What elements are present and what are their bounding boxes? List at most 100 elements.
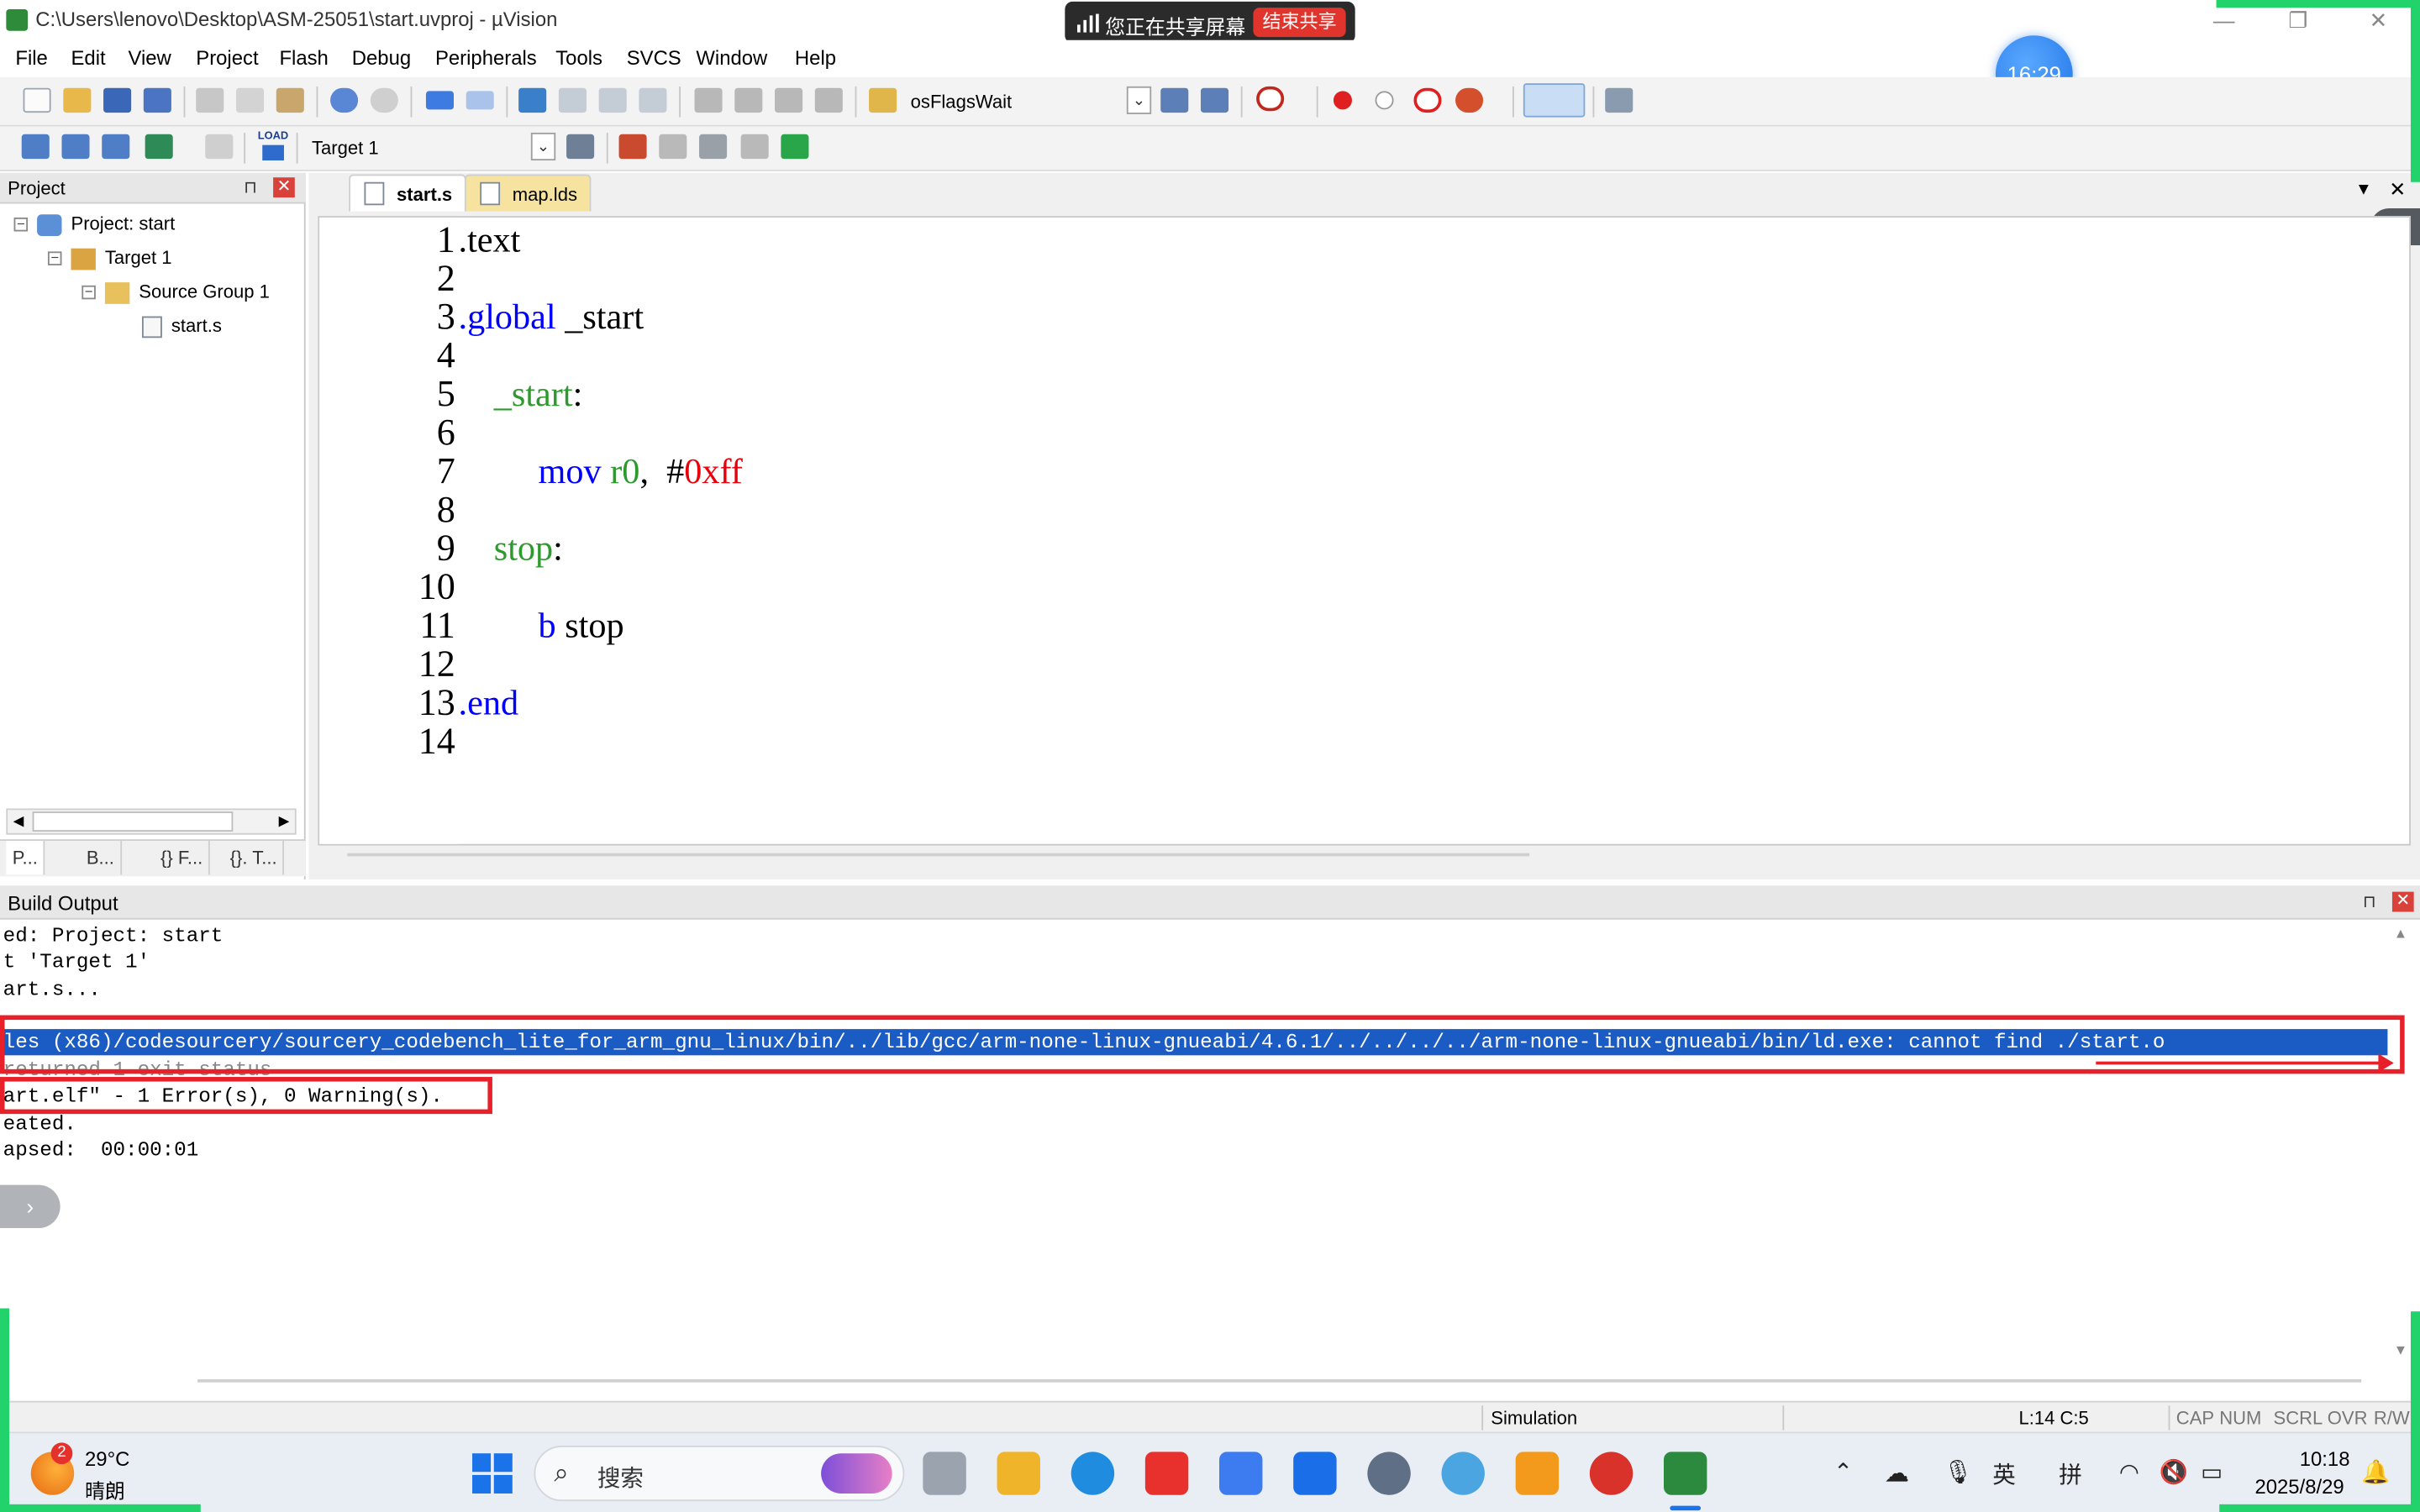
build-horizontal-scrollbar[interactable]: [197, 1379, 2362, 1383]
virtual-machine-icon[interactable]: [1515, 1452, 1560, 1495]
menu-flash[interactable]: Flash: [279, 46, 328, 70]
clock-date[interactable]: 2025/8/29: [2254, 1475, 2344, 1499]
notes-app-icon[interactable]: [1219, 1452, 1263, 1495]
wifi-icon[interactable]: ◠: [2119, 1458, 2139, 1486]
rebuild-icon[interactable]: [102, 134, 130, 160]
microphone-icon[interactable]: 🎙: [1943, 1458, 1972, 1486]
scroll-right-icon[interactable]: ▶: [273, 810, 295, 833]
edge-browser-icon[interactable]: [1071, 1452, 1115, 1495]
save-icon[interactable]: [103, 87, 132, 113]
tree-item-source-group[interactable]: − Source Group 1: [82, 281, 270, 304]
target-select[interactable]: Target 1 ⌄: [306, 132, 556, 164]
menu-file[interactable]: File: [15, 46, 47, 70]
uvision-taskbar-icon[interactable]: [1663, 1452, 1707, 1495]
ime-mode-indicator[interactable]: 拼: [2059, 1458, 2082, 1491]
pack-installer-icon[interactable]: [781, 134, 809, 160]
editor-horizontal-scrollbar[interactable]: [347, 853, 1530, 857]
weather-description[interactable]: 晴朗: [85, 1475, 125, 1504]
build-icon[interactable]: [61, 134, 90, 160]
wps-office-icon[interactable]: [1144, 1452, 1189, 1495]
code-line[interactable]: .end: [459, 684, 519, 724]
tab-functions[interactable]: {} F...: [155, 841, 211, 875]
select-packs-icon[interactable]: [699, 134, 728, 160]
weather-temperature[interactable]: 29°C: [85, 1447, 129, 1471]
target-options-icon[interactable]: [566, 134, 595, 160]
scroll-down-icon[interactable]: ▼: [2394, 1342, 2407, 1357]
scroll-left-icon[interactable]: ◀: [8, 810, 29, 833]
next-bookmark-icon[interactable]: [598, 87, 627, 113]
code-line[interactable]: mov r0, #0xff: [459, 452, 743, 492]
project-horizontal-scrollbar[interactable]: ◀ ▶: [6, 808, 297, 835]
tab-map-lds[interactable]: map.lds: [464, 174, 592, 212]
paint-app-icon[interactable]: [1441, 1452, 1485, 1495]
pin-icon[interactable]: ⊓: [2363, 892, 2376, 911]
save-all-icon[interactable]: [143, 87, 171, 113]
speaker-muted-icon[interactable]: 🔇: [2160, 1458, 2188, 1486]
scroll-thumb[interactable]: [32, 811, 234, 832]
uncomment-icon[interactable]: [814, 87, 843, 113]
windows-start-icon[interactable]: [472, 1453, 513, 1494]
taskbar-search-box[interactable]: ⌕ 搜索: [534, 1446, 905, 1502]
menu-debug[interactable]: Debug: [352, 46, 411, 70]
menu-view[interactable]: View: [128, 46, 171, 70]
disable-breakpoints-icon[interactable]: [1413, 87, 1442, 113]
incremental-find-icon[interactable]: [1200, 87, 1229, 113]
code-editor[interactable]: 1 2 3 4 5 6 7 8 9 10 11 12 13 14 .text .global _start …: [318, 216, 2411, 857]
prev-bookmark-icon[interactable]: [558, 87, 587, 113]
window-layout-button[interactable]: [1523, 83, 1586, 118]
manage-run-time-icon[interactable]: [740, 134, 769, 160]
menu-help[interactable]: Help: [795, 46, 836, 70]
tab-books[interactable]: B...: [81, 841, 123, 875]
comment-icon[interactable]: [775, 87, 803, 113]
open-folder-icon[interactable]: [63, 87, 92, 113]
menu-window[interactable]: Window: [696, 46, 767, 70]
chevron-down-icon[interactable]: ⌄: [1126, 86, 1152, 114]
clock-time[interactable]: 10:18: [2300, 1447, 2350, 1471]
close-icon[interactable]: ✕: [2391, 891, 2414, 912]
code-line[interactable]: b stop: [459, 606, 624, 647]
cut-icon[interactable]: [196, 87, 224, 113]
navigate-forward-icon[interactable]: [466, 91, 494, 110]
download-load-icon[interactable]: LOAD: [258, 131, 289, 162]
file-explorer-icon[interactable]: [997, 1452, 1040, 1495]
collapse-icon[interactable]: −: [13, 218, 29, 233]
menu-edit[interactable]: Edit: [71, 46, 105, 70]
tab-templates[interactable]: {}. T...: [224, 841, 285, 875]
notification-bell-icon[interactable]: 🔔: [2361, 1458, 2390, 1486]
find-combo[interactable]: osFlagsWait ⌄: [904, 86, 1152, 118]
chevron-down-icon[interactable]: ⌄: [530, 132, 556, 161]
menu-svcs[interactable]: SVCS: [627, 46, 681, 70]
new-file-icon[interactable]: [23, 87, 51, 113]
tab-list-dropdown-icon[interactable]: ▼: [2355, 181, 2372, 199]
configure-wrench-icon[interactable]: [1605, 87, 1634, 113]
expand-panel-icon[interactable]: ›: [0, 1184, 60, 1229]
code-line[interactable]: stop:: [459, 529, 563, 570]
kill-breakpoints-icon[interactable]: [1455, 87, 1484, 113]
close-editor-icon[interactable]: ✕: [2389, 177, 2406, 202]
undo-icon[interactable]: [330, 87, 359, 113]
menu-tools[interactable]: Tools: [555, 46, 602, 70]
tree-item-target[interactable]: − Target 1: [47, 247, 172, 270]
paste-icon[interactable]: [276, 87, 304, 113]
feishu-app-icon[interactable]: [1293, 1452, 1337, 1495]
scroll-up-icon[interactable]: ▲: [2394, 926, 2407, 941]
bookmark-icon[interactable]: [518, 87, 547, 113]
debug-session-icon[interactable]: [1256, 86, 1285, 112]
manage-components-icon[interactable]: [618, 134, 647, 160]
ime-language-indicator[interactable]: 英: [1992, 1458, 2016, 1491]
indent-icon[interactable]: [694, 87, 723, 113]
close-icon[interactable]: ✕: [273, 177, 295, 198]
navigate-back-icon[interactable]: [425, 91, 454, 110]
onedrive-cloud-icon[interactable]: ☁: [1885, 1458, 1909, 1489]
stop-build-icon[interactable]: [205, 134, 234, 160]
collapse-icon[interactable]: −: [82, 285, 96, 300]
enable-breakpoint-icon[interactable]: [1375, 91, 1394, 110]
batch-build-icon[interactable]: [145, 134, 173, 160]
code-line[interactable]: .global _start: [459, 297, 644, 338]
translate-icon[interactable]: [21, 134, 50, 160]
tab-project[interactable]: P...: [6, 841, 46, 875]
code-line[interactable]: .text: [459, 221, 521, 261]
settings-gear-icon[interactable]: [1367, 1452, 1411, 1495]
find-in-files-icon[interactable]: [869, 87, 897, 113]
menu-peripherals[interactable]: Peripherals: [435, 46, 537, 70]
